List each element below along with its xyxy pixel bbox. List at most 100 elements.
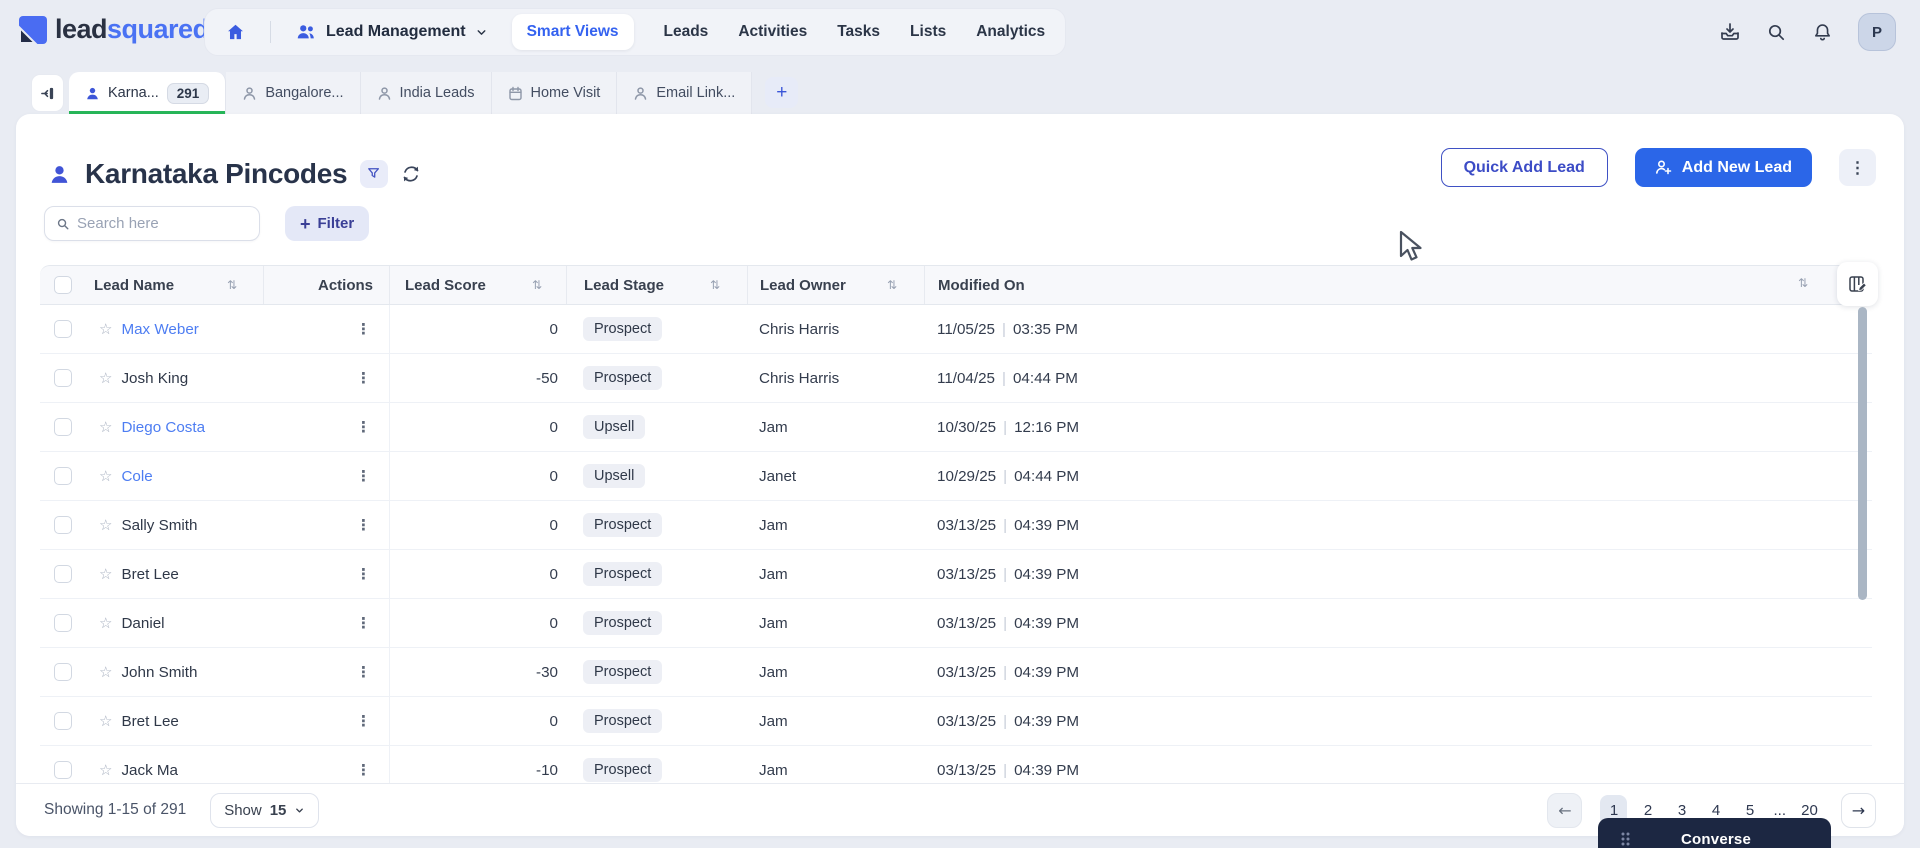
lead-name-link[interactable]: Jack Ma	[121, 762, 178, 779]
lead-name-link[interactable]: Diego Costa	[121, 419, 205, 436]
lead-name-link[interactable]: Bret Lee	[121, 713, 178, 730]
lead-name-link[interactable]: John Smith	[121, 664, 197, 681]
lead-name-link[interactable]: Daniel	[121, 615, 164, 632]
smartview-filter-icon[interactable]	[360, 160, 388, 188]
filter-button[interactable]: + Filter	[285, 206, 369, 241]
home-icon[interactable]	[225, 22, 246, 43]
sort-icon[interactable]: ⇅	[227, 278, 237, 292]
converse-widget[interactable]: Converse	[1598, 818, 1831, 848]
search-input[interactable]	[77, 215, 248, 232]
tab-email-link[interactable]: Email Link...	[617, 72, 752, 114]
nav-link-lists[interactable]: Lists	[910, 23, 946, 41]
nav-link-leads[interactable]: Leads	[664, 23, 709, 41]
lead-name-link[interactable]: Josh King	[121, 370, 188, 387]
star-icon[interactable]: ☆	[99, 320, 112, 338]
row-actions-kebab[interactable]: ⋮	[356, 565, 371, 583]
quick-add-lead-button[interactable]: Quick Add Lead	[1441, 148, 1608, 187]
row-actions-kebab[interactable]: ⋮	[356, 418, 371, 436]
star-icon[interactable]: ☆	[99, 663, 112, 681]
row-actions-kebab[interactable]: ⋮	[356, 712, 371, 730]
row-actions-kebab[interactable]: ⋮	[356, 369, 371, 387]
column-header-actions: Actions	[263, 266, 389, 304]
row-checkbox[interactable]	[54, 467, 72, 485]
nav-link-activities[interactable]: Activities	[738, 23, 807, 41]
column-header-lead-name[interactable]: Lead Name⇅	[90, 266, 263, 304]
next-page-button[interactable]: →	[1841, 793, 1876, 828]
modified-time: 04:44 PM	[1014, 468, 1079, 485]
tab-home-visit[interactable]: Home Visit	[492, 72, 618, 114]
row-actions-kebab[interactable]: ⋮	[356, 614, 371, 632]
lead-name-link[interactable]: Max Weber	[121, 321, 198, 338]
star-icon[interactable]: ☆	[99, 761, 112, 779]
bell-icon[interactable]	[1812, 22, 1833, 43]
nav-link-smart-views[interactable]: Smart Views	[512, 14, 634, 50]
row-checkbox[interactable]	[54, 663, 72, 681]
sort-icon[interactable]: ⇅	[887, 278, 897, 292]
star-icon[interactable]: ☆	[99, 614, 112, 632]
row-actions-kebab[interactable]: ⋮	[356, 761, 371, 779]
lead-stage-badge: Prospect	[583, 611, 662, 635]
row-checkbox[interactable]	[54, 565, 72, 583]
lead-name-link[interactable]: Bret Lee	[121, 566, 178, 583]
nav-link-analytics[interactable]: Analytics	[976, 23, 1045, 41]
tab-india-leads[interactable]: India Leads	[361, 72, 492, 114]
row-checkbox[interactable]	[54, 712, 72, 730]
lead-owner: Jam	[759, 419, 788, 436]
row-actions-kebab[interactable]: ⋮	[356, 320, 371, 338]
lead-score: 0	[550, 713, 558, 730]
collapse-tabs-button[interactable]	[31, 74, 64, 112]
tab-bangalore[interactable]: Bangalore...	[226, 72, 360, 114]
column-header-lead-owner[interactable]: Lead Owner⇅	[747, 266, 924, 304]
modified-date: 03/13/25	[937, 713, 996, 730]
more-actions-button[interactable]: ⋮	[1839, 149, 1876, 186]
table-row: ☆Sally Smith⋮0ProspectJam03/13/25|04:39 …	[40, 501, 1872, 550]
lead-score: -30	[536, 664, 558, 681]
lead-owner: Jam	[759, 517, 788, 534]
add-new-lead-button[interactable]: Add New Lead	[1635, 148, 1812, 187]
row-checkbox[interactable]	[54, 369, 72, 387]
star-icon[interactable]: ☆	[99, 369, 112, 387]
star-icon[interactable]: ☆	[99, 418, 112, 436]
add-tab-button[interactable]: +	[765, 77, 798, 108]
lead-owner: Chris Harris	[759, 370, 839, 387]
row-checkbox[interactable]	[54, 614, 72, 632]
column-header-lead-score[interactable]: Lead Score⇅	[389, 266, 566, 304]
avatar[interactable]: P	[1858, 13, 1896, 51]
datetime-separator: |	[996, 664, 1014, 681]
sort-icon[interactable]: ⇅	[532, 278, 542, 292]
sort-icon[interactable]: ⇅	[710, 278, 720, 292]
row-checkbox[interactable]	[54, 516, 72, 534]
row-checkbox[interactable]	[54, 761, 72, 779]
vertical-scrollbar[interactable]	[1858, 307, 1867, 600]
column-header-lead-stage[interactable]: Lead Stage⇅	[566, 266, 747, 304]
select-all-checkbox[interactable]	[54, 276, 72, 294]
lead-owner: Jam	[759, 713, 788, 730]
lead-name-link[interactable]: Sally Smith	[121, 517, 197, 534]
star-icon[interactable]: ☆	[99, 516, 112, 534]
tab-count-badge: 291	[167, 83, 210, 104]
star-icon[interactable]: ☆	[99, 467, 112, 485]
drag-handle-icon[interactable]	[1620, 831, 1631, 847]
nav-link-tasks[interactable]: Tasks	[837, 23, 880, 41]
row-actions-kebab[interactable]: ⋮	[356, 467, 371, 485]
row-actions-kebab[interactable]: ⋮	[356, 663, 371, 681]
star-icon[interactable]: ☆	[99, 565, 112, 583]
search-box	[44, 206, 260, 241]
search-icon[interactable]	[1766, 22, 1787, 43]
refresh-icon[interactable]	[401, 164, 421, 184]
workspace-menu[interactable]: Lead Management	[295, 21, 488, 43]
star-icon[interactable]: ☆	[99, 712, 112, 730]
edit-columns-button[interactable]	[1837, 262, 1878, 306]
lead-name-link[interactable]: Cole	[121, 468, 152, 485]
sort-icon[interactable]: ⇅	[1798, 276, 1808, 290]
tab-karna[interactable]: Karna...291	[69, 72, 226, 114]
prev-page-button[interactable]: ←	[1547, 793, 1582, 828]
brand-logo-mark-icon	[18, 15, 48, 45]
page-size-select[interactable]: Show 15	[210, 793, 319, 828]
lead-stage-badge: Prospect	[583, 562, 662, 586]
row-actions-kebab[interactable]: ⋮	[356, 516, 371, 534]
row-checkbox[interactable]	[54, 320, 72, 338]
inbox-tray-icon[interactable]	[1719, 21, 1741, 43]
lead-stage-badge: Upsell	[583, 464, 645, 488]
row-checkbox[interactable]	[54, 418, 72, 436]
